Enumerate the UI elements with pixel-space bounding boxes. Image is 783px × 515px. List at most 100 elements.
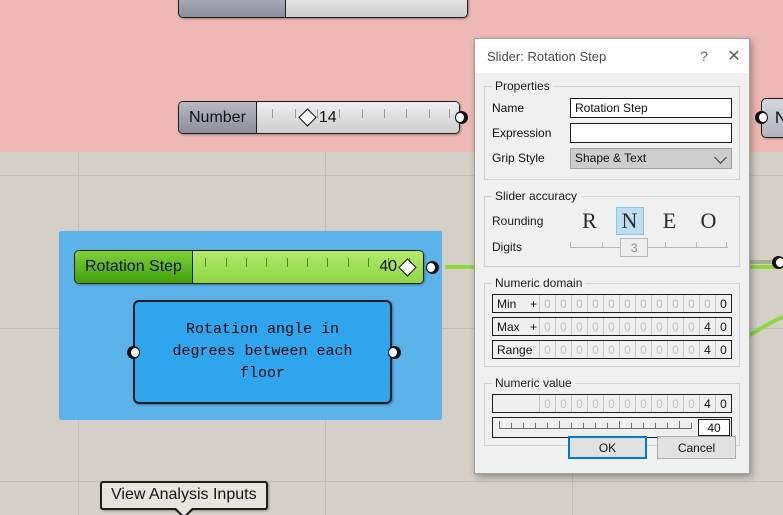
- digit-cell[interactable]: 0: [571, 318, 587, 335]
- digit-cell[interactable]: 0: [571, 341, 587, 358]
- rounding-option-e[interactable]: E: [657, 208, 683, 234]
- digit-cell[interactable]: 0: [571, 295, 587, 312]
- name-field[interactable]: Rotation Step: [570, 98, 732, 118]
- slider-track-partial[interactable]: [286, 0, 467, 17]
- comment-panel[interactable]: Rotation angle in degrees between each f…: [133, 300, 392, 404]
- digit-cell[interactable]: 0: [667, 295, 683, 312]
- dialog-button-row: OK Cancel: [475, 436, 749, 459]
- digit-cell[interactable]: 4: [699, 395, 715, 412]
- digit-cell[interactable]: 0: [683, 295, 699, 312]
- view-analysis-inputs-callout[interactable]: View Analysis Inputs: [100, 481, 268, 515]
- right-component-input-port-2[interactable]: [772, 256, 783, 269]
- digit-cell[interactable]: 0: [635, 395, 651, 412]
- value-tick: [619, 421, 620, 429]
- digit-cell[interactable]: 0: [635, 341, 651, 358]
- value-tick: [535, 423, 536, 429]
- value-tick: [547, 423, 548, 429]
- digit-cell[interactable]: 0: [715, 295, 731, 312]
- properties-group: Properties Name Rotation Step Expression…: [484, 79, 740, 180]
- grip-style-label: Grip Style: [492, 151, 545, 165]
- min-digits[interactable]: 000000000000: [539, 295, 731, 312]
- min-sign[interactable]: +: [530, 297, 539, 311]
- help-icon[interactable]: ?: [689, 39, 719, 73]
- digit-cell[interactable]: 0: [555, 395, 571, 412]
- digit-cell[interactable]: 0: [715, 341, 731, 358]
- rounding-option-o[interactable]: O: [696, 208, 722, 234]
- digit-cell[interactable]: 0: [587, 341, 603, 358]
- comment-panel-input-port[interactable]: [127, 346, 140, 359]
- digit-cell[interactable]: 0: [587, 295, 603, 312]
- digit-cell[interactable]: 0: [715, 318, 731, 335]
- digit-cell[interactable]: 0: [635, 318, 651, 335]
- value-slider[interactable]: 40: [492, 417, 732, 438]
- number-slider-partial[interactable]: [178, 0, 468, 18]
- digits-label: Digits: [492, 240, 523, 254]
- digits-tick: [570, 242, 571, 248]
- digit-cell[interactable]: 0: [619, 395, 635, 412]
- digit-cell[interactable]: 0: [539, 318, 555, 335]
- range-digits[interactable]: 000000000040: [539, 341, 731, 358]
- digit-cell[interactable]: 0: [619, 341, 635, 358]
- max-row[interactable]: Max + 000000000040: [492, 317, 732, 336]
- digit-cell[interactable]: 0: [603, 318, 619, 335]
- digit-cell[interactable]: 0: [667, 341, 683, 358]
- value-tick: [511, 423, 512, 429]
- digit-cell[interactable]: 0: [635, 295, 651, 312]
- digit-cell[interactable]: 0: [699, 295, 715, 312]
- digit-cell[interactable]: 0: [539, 341, 555, 358]
- digit-cell[interactable]: 0: [667, 318, 683, 335]
- digit-cell[interactable]: 0: [587, 318, 603, 335]
- digit-cell[interactable]: 0: [555, 295, 571, 312]
- digits-value[interactable]: 3: [620, 238, 649, 257]
- digit-cell[interactable]: 0: [715, 395, 731, 412]
- digit-cell[interactable]: 0: [683, 318, 699, 335]
- ok-button[interactable]: OK: [568, 436, 647, 459]
- number-slider[interactable]: Number 14: [178, 101, 460, 134]
- number-slider-output-port[interactable]: [455, 111, 468, 124]
- max-sign[interactable]: +: [530, 320, 539, 334]
- digit-cell[interactable]: 0: [651, 395, 667, 412]
- number-slider-grip[interactable]: [298, 108, 317, 127]
- digit-cell[interactable]: 0: [587, 395, 603, 412]
- digit-cell[interactable]: 0: [683, 395, 699, 412]
- slider-settings-dialog[interactable]: Slider: Rotation Step ? ✕ Properties Nam…: [474, 38, 750, 474]
- cancel-button[interactable]: Cancel: [657, 436, 736, 459]
- digit-cell[interactable]: 0: [539, 295, 555, 312]
- value-slider-readout[interactable]: 40: [698, 419, 730, 436]
- digit-cell[interactable]: 0: [555, 341, 571, 358]
- number-slider-track[interactable]: 14: [256, 102, 459, 133]
- digit-cell[interactable]: 0: [651, 318, 667, 335]
- digit-cell[interactable]: 0: [651, 295, 667, 312]
- digit-cell[interactable]: 0: [539, 395, 555, 412]
- range-row[interactable]: Range 000000000040: [492, 340, 732, 359]
- digit-cell[interactable]: 4: [699, 341, 715, 358]
- rotation-step-output-port[interactable]: [426, 261, 439, 274]
- right-component-input-port[interactable]: [755, 111, 768, 124]
- digit-cell[interactable]: 4: [699, 318, 715, 335]
- digit-cell[interactable]: 0: [603, 395, 619, 412]
- comment-panel-output-port[interactable]: [388, 346, 401, 359]
- digit-cell[interactable]: 0: [619, 295, 635, 312]
- digit-cell[interactable]: 0: [667, 395, 683, 412]
- dialog-title-bar[interactable]: Slider: Rotation Step ? ✕: [475, 39, 749, 73]
- digit-cell[interactable]: 0: [555, 318, 571, 335]
- digit-cell[interactable]: 0: [603, 341, 619, 358]
- digit-cell[interactable]: 0: [619, 318, 635, 335]
- digit-cell[interactable]: 0: [651, 341, 667, 358]
- rounding-option-r[interactable]: R: [577, 208, 603, 234]
- value-digits-row[interactable]: 000000000040: [492, 394, 732, 413]
- number-slider-value: 14: [318, 108, 337, 126]
- min-row[interactable]: Min + 000000000000: [492, 294, 732, 313]
- expression-field[interactable]: [570, 123, 732, 143]
- digit-cell[interactable]: 0: [571, 395, 587, 412]
- close-icon[interactable]: ✕: [719, 39, 749, 73]
- rotation-step-slider-track[interactable]: 40: [192, 251, 423, 283]
- digit-cell[interactable]: 0: [683, 341, 699, 358]
- value-digits[interactable]: 000000000040: [539, 395, 731, 412]
- rotation-step-slider[interactable]: Rotation Step 40: [74, 250, 424, 284]
- digit-cell[interactable]: 0: [603, 295, 619, 312]
- grip-style-select[interactable]: Shape & Text: [570, 147, 732, 169]
- max-digits[interactable]: 000000000040: [539, 318, 731, 335]
- digits-slider[interactable]: 3: [570, 237, 728, 257]
- rounding-option-n[interactable]: N: [615, 207, 644, 235]
